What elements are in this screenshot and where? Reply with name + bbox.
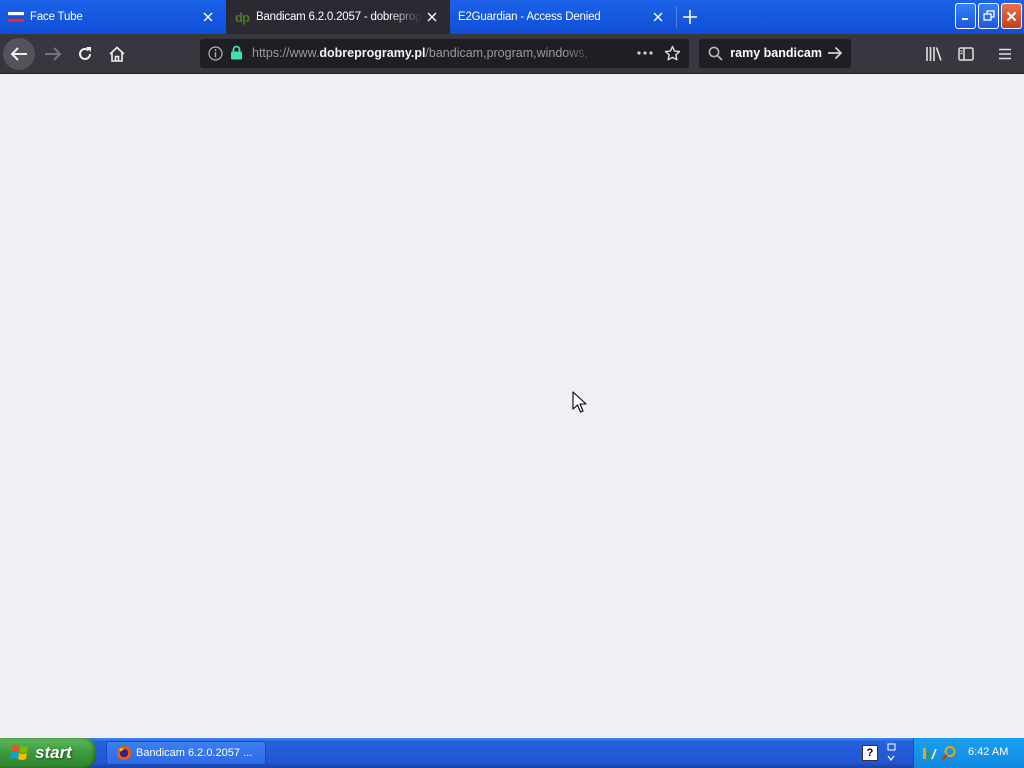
close-icon (1006, 11, 1017, 21)
sidebar-toggle-button[interactable] (954, 42, 978, 66)
url-path: /bandicam,program,windows, (425, 46, 588, 60)
info-icon[interactable] (208, 46, 223, 64)
library-icon (926, 47, 942, 61)
close-window-button[interactable] (1001, 3, 1022, 29)
new-tab-button[interactable] (678, 5, 702, 29)
tab-title: E2Guardian - Access Denied (458, 11, 601, 23)
search-go-arrow-icon[interactable] (827, 46, 843, 63)
search-bar[interactable]: dobreprogramy bandicam (699, 39, 851, 68)
back-button[interactable] (3, 38, 35, 70)
url-text: https://www.dobreprogramy.pl/bandicam,pr… (252, 46, 598, 60)
menu-button[interactable] (993, 42, 1017, 66)
window-controls (955, 3, 1022, 29)
help-icon[interactable]: ? (862, 745, 878, 761)
close-tab-icon[interactable] (198, 7, 218, 27)
taskbar: start Bandicam 6.2.0.2057 ... ? 6:42 AM (0, 738, 1024, 768)
bookmark-star-icon[interactable] (664, 45, 681, 65)
taskbar-item-bandicam[interactable]: Bandicam 6.2.0.2057 ... (106, 741, 266, 765)
start-label: start (35, 743, 72, 762)
dp-favicon-text: dp (235, 9, 250, 25)
reload-icon (79, 47, 91, 60)
tab-bandicam[interactable]: dp Bandicam 6.2.0.2057 - dobreprogramy (226, 0, 450, 34)
mouse-cursor-icon (572, 391, 588, 418)
forward-button[interactable] (37, 38, 69, 70)
url-bar[interactable]: https://www.dobreprogramy.pl/bandicam,pr… (200, 39, 689, 68)
magnifier-icon[interactable] (941, 745, 957, 761)
navigation-toolbar: https://www.dobreprogramy.pl/bandicam,pr… (0, 34, 1024, 74)
plus-icon (683, 10, 697, 24)
restore-button[interactable] (978, 3, 999, 29)
hamburger-menu-icon (999, 48, 1011, 60)
flag-favicon-icon (8, 9, 24, 25)
search-icon (708, 46, 723, 64)
firefox-app-icon (116, 745, 132, 761)
url-domain: dobreprogramy.pl (319, 46, 426, 60)
library-button[interactable] (922, 42, 946, 66)
minimize-button[interactable] (955, 3, 976, 29)
tab-separator (676, 6, 677, 28)
sidebar-icon (958, 47, 974, 61)
windows-logo-icon (10, 744, 30, 762)
reload-button[interactable] (69, 38, 101, 70)
start-button[interactable]: start (0, 738, 96, 768)
tab-title: Bandicam 6.2.0.2057 - dobreprogramy (256, 11, 422, 23)
system-tray: 6:42 AM (913, 738, 1024, 768)
back-arrow-icon (10, 47, 27, 61)
restore-icon (982, 10, 995, 21)
forward-arrow-icon (45, 47, 62, 61)
lock-icon[interactable] (230, 45, 243, 63)
network-icon[interactable] (922, 745, 938, 761)
page-actions-icon[interactable] (636, 45, 654, 64)
minimize-icon (961, 18, 968, 20)
home-icon (109, 46, 125, 62)
tab-title: Face Tube (30, 11, 83, 23)
tab-face-tube[interactable]: Face Tube (0, 0, 226, 34)
taskbar-item-label: Bandicam 6.2.0.2057 ... (136, 747, 253, 759)
home-button[interactable] (101, 38, 133, 70)
page-content[interactable] (0, 74, 1024, 738)
clock: 6:42 AM (968, 746, 1009, 758)
tray-arrows-icon[interactable] (885, 743, 897, 763)
url-prefix: https://www. (252, 46, 320, 60)
close-tab-icon[interactable] (422, 7, 442, 27)
close-tab-icon[interactable] (648, 7, 668, 27)
search-input-value: dobreprogramy bandicam (730, 46, 822, 60)
tab-e2guardian[interactable]: E2Guardian - Access Denied (450, 0, 676, 34)
tab-strip: Face Tube dp Bandicam 6.2.0.2057 - dobre… (0, 0, 1024, 34)
dp-favicon-icon: dp (234, 9, 250, 25)
